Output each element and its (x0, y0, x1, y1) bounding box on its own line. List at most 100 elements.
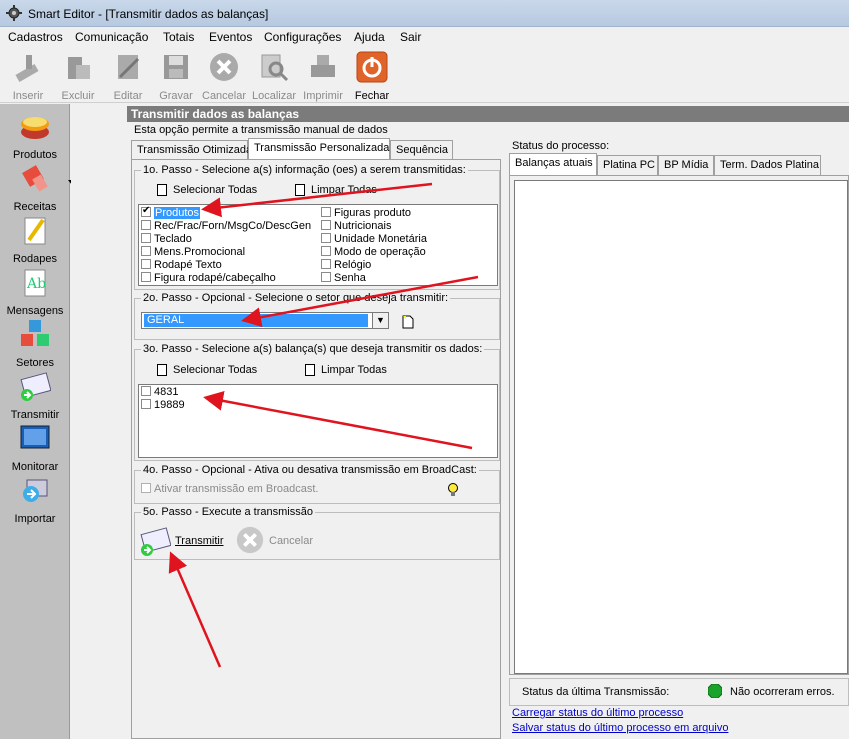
power-icon (356, 51, 388, 83)
checkbox-box (321, 272, 331, 282)
import-icon (23, 479, 48, 502)
menu-configuracoes[interactable]: Configurações (264, 30, 341, 44)
status-title: Status do processo: (512, 140, 610, 152)
checkbox-figura-rodape[interactable]: Figura rodapé/cabeçalho (141, 272, 276, 284)
fechar-button[interactable]: Fechar (350, 51, 394, 102)
tab-transmissao-personalizada[interactable]: Transmissão Personalizada (248, 138, 390, 160)
sidebar-item-setores[interactable]: Setores (0, 318, 70, 369)
step2-title: 2o. Passo - Opcional - Selecione o setor… (141, 292, 451, 304)
menu-sair[interactable]: Sair (400, 30, 421, 44)
step3-select-all-button[interactable]: Selecionar Todas (157, 364, 257, 377)
tab-platina-pc[interactable]: Platina PC (597, 155, 658, 175)
step5-title: 5o. Passo - Execute a transmissão (141, 506, 315, 518)
checkbox-rodape-texto[interactable]: Rodapé Texto (141, 259, 222, 271)
cancel-icon (236, 526, 264, 554)
insert-icon (15, 55, 39, 82)
sidebar-item-monitorar[interactable]: Monitorar (0, 422, 70, 473)
sidebar-item-receitas[interactable]: Receitas (0, 162, 70, 213)
checkbox-box (141, 205, 151, 217)
chevron-down-icon[interactable]: ▼ (372, 313, 388, 328)
editar-button[interactable]: Editar (106, 51, 150, 102)
step1-clear-all-button[interactable]: Limpar Todas (295, 184, 377, 197)
checkbox-mens-promocional[interactable]: Mens.Promocional (141, 246, 245, 258)
checkbox-produtos[interactable]: Produtos (141, 205, 201, 219)
step3-clear-all-button[interactable]: Limpar Todas (305, 364, 387, 377)
menu-cadastros[interactable]: Cadastros (8, 30, 63, 44)
load-status-link[interactable]: Carregar status do último processo (512, 707, 683, 719)
cancel-icon (210, 53, 238, 81)
print-icon (311, 55, 335, 77)
gravar-button[interactable]: Gravar (154, 51, 198, 102)
checkbox-teclado[interactable]: Teclado (141, 233, 192, 245)
checkbox-broadcast[interactable]: Ativar transmissão em Broadcast. (141, 483, 318, 495)
step3-group: 3o. Passo - Selecione a(s) balança(s) qu… (134, 343, 500, 461)
sidebar-item-produtos[interactable]: Produtos (0, 110, 70, 161)
document-icon (157, 184, 167, 197)
step1-select-all-button[interactable]: Selecionar Todas (157, 184, 257, 197)
delete-icon (68, 57, 90, 79)
checkbox-box (141, 259, 151, 269)
checkbox-scale-19889[interactable]: 19889 (141, 399, 185, 411)
checkbox-senha[interactable]: Senha (321, 272, 366, 284)
page-title: Transmitir dados as balanças (127, 106, 849, 122)
inserir-button[interactable]: Inserir (6, 51, 50, 102)
tab-sequencia[interactable]: Sequência (390, 140, 453, 160)
sidebar-item-transmitir[interactable]: Transmitir (0, 370, 70, 421)
gear-icon (6, 5, 22, 21)
sidebar-item-rodapes[interactable]: Rodapes (0, 214, 70, 265)
sidebar-item-importar[interactable]: Importar (0, 474, 70, 525)
menu-eventos[interactable]: Eventos (209, 30, 252, 44)
tab-bp-midia[interactable]: BP Mídia (658, 155, 714, 175)
cancel-transmit-button[interactable]: Cancelar (235, 525, 325, 557)
cake-icon (21, 117, 49, 139)
checkbox-box (321, 220, 331, 230)
checkbox-rec-frac[interactable]: Rec/Frac/Forn/MsgCo/DescGen (141, 220, 311, 232)
pencil-note-icon (24, 217, 46, 245)
sidebar: Produtos Receitas Rodapes Ab Mensagens S… (0, 104, 76, 739)
document-icon (157, 364, 167, 377)
checkbox-relogio[interactable]: Relógio (321, 259, 371, 271)
sector-dropdown-value: GERAL (144, 314, 368, 327)
tab-balancas-atuais[interactable]: Balanças atuais (509, 153, 597, 175)
save-status-link[interactable]: Salvar status do último processo em arqu… (512, 722, 728, 734)
status-ok-icon (708, 684, 722, 698)
last-transmission-status: Status da última Transmissão: Não ocorre… (509, 678, 849, 706)
lightbulb-icon[interactable] (447, 483, 459, 497)
edit-icon (118, 55, 140, 79)
toolbar: Inserir Excluir Editar Gravar Cancelar L… (0, 47, 849, 103)
title-bar: Smart Editor - [Transmitir dados as bala… (0, 0, 849, 27)
tab-transmissao-otimizada[interactable]: Transmissão Otimizada (131, 140, 252, 160)
checkbox-box (141, 399, 151, 409)
menu-totais[interactable]: Totais (163, 30, 194, 44)
transmit-button[interactable]: Transmitir (139, 525, 229, 557)
localizar-button[interactable]: Localizar (252, 51, 296, 102)
checkbox-nutricionais[interactable]: Nutricionais (321, 220, 391, 232)
menu-comunicacao[interactable]: Comunicação (75, 30, 148, 44)
document-icon[interactable] (402, 315, 414, 329)
checkbox-box (321, 207, 331, 217)
cancelar-button[interactable]: Cancelar (202, 51, 246, 102)
step3-title: 3o. Passo - Selecione a(s) balança(s) qu… (141, 343, 485, 355)
excluir-button[interactable]: Excluir (56, 51, 100, 102)
checkbox-figuras-produto[interactable]: Figuras produto (321, 207, 411, 219)
recipe-icon (22, 165, 48, 192)
checkbox-box (141, 246, 151, 256)
info-checklist: Produtos Rec/Frac/Forn/MsgCo/DescGen Tec… (138, 204, 498, 286)
step4-group: 4o. Passo - Opcional - Ativa ou desativa… (134, 464, 500, 504)
checkbox-box (141, 220, 151, 230)
menu-ajuda[interactable]: Ajuda (354, 30, 385, 44)
cubes-icon (21, 320, 49, 346)
menu-bar: Cadastros Comunicação Totais Eventos Con… (0, 27, 849, 47)
imprimir-button[interactable]: Imprimir (301, 51, 345, 102)
checkbox-unidade-monetaria[interactable]: Unidade Monetária (321, 233, 427, 245)
checkbox-modo-operacao[interactable]: Modo de operação (321, 246, 426, 258)
checkbox-scale-4831[interactable]: 4831 (141, 386, 178, 398)
last-status-value: Não ocorreram erros. (730, 686, 835, 698)
envelope-send-icon (140, 527, 171, 556)
sidebar-item-mensagens[interactable]: Ab Mensagens (0, 266, 70, 317)
checkbox-box (141, 483, 151, 493)
message-icon: Ab (24, 269, 46, 297)
step5-group: 5o. Passo - Execute a transmissão Transm… (134, 506, 500, 560)
tab-term-dados-platina[interactable]: Term. Dados Platina (714, 155, 821, 175)
sector-dropdown[interactable]: GERAL ▼ (141, 312, 389, 329)
